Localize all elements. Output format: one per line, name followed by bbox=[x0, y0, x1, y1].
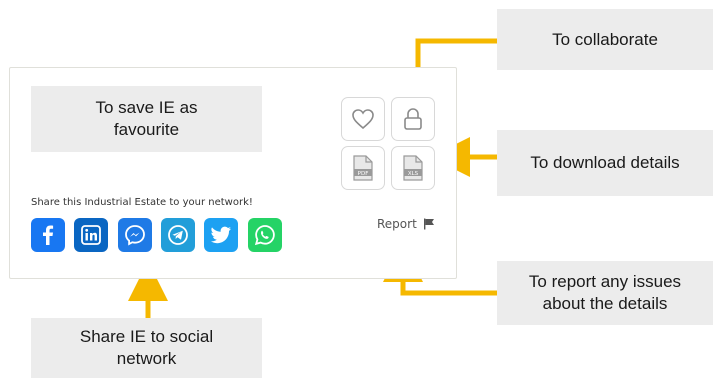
page: PDF XLS Share this Industrial Estate to … bbox=[0, 0, 722, 378]
facebook-icon bbox=[43, 225, 54, 245]
callout-download: To download details bbox=[497, 130, 713, 196]
callout-share: Share IE to social network bbox=[31, 318, 262, 378]
telegram-share-button[interactable] bbox=[161, 218, 195, 252]
linkedin-share-button[interactable] bbox=[74, 218, 108, 252]
pdf-file-icon: PDF bbox=[353, 155, 373, 181]
twitter-icon bbox=[210, 226, 231, 244]
callout-favourite: To save IE as favourite bbox=[31, 86, 262, 152]
share-label: Share this Industrial Estate to your net… bbox=[31, 197, 253, 208]
report-link[interactable]: Report bbox=[377, 217, 435, 231]
twitter-share-button[interactable] bbox=[204, 218, 238, 252]
download-pdf-button[interactable]: PDF bbox=[341, 146, 385, 190]
pdf-label: PDF bbox=[358, 171, 369, 177]
whatsapp-icon bbox=[254, 225, 275, 246]
xls-file-icon: XLS bbox=[403, 155, 423, 181]
lock-icon bbox=[404, 108, 422, 130]
collaborate-button[interactable] bbox=[391, 97, 435, 141]
report-label: Report bbox=[377, 217, 417, 231]
messenger-icon bbox=[125, 225, 145, 246]
xls-label: XLS bbox=[408, 171, 419, 177]
linkedin-icon bbox=[81, 225, 101, 245]
whatsapp-share-button[interactable] bbox=[248, 218, 282, 252]
facebook-share-button[interactable] bbox=[31, 218, 65, 252]
callout-report: To report any issues about the details bbox=[497, 261, 713, 325]
callout-collaborate: To collaborate bbox=[497, 9, 713, 70]
flag-icon bbox=[423, 218, 434, 230]
telegram-icon bbox=[168, 225, 188, 245]
heart-icon bbox=[352, 109, 374, 130]
favourite-button[interactable] bbox=[341, 97, 385, 141]
messenger-share-button[interactable] bbox=[118, 218, 152, 252]
download-xls-button[interactable]: XLS bbox=[391, 146, 435, 190]
